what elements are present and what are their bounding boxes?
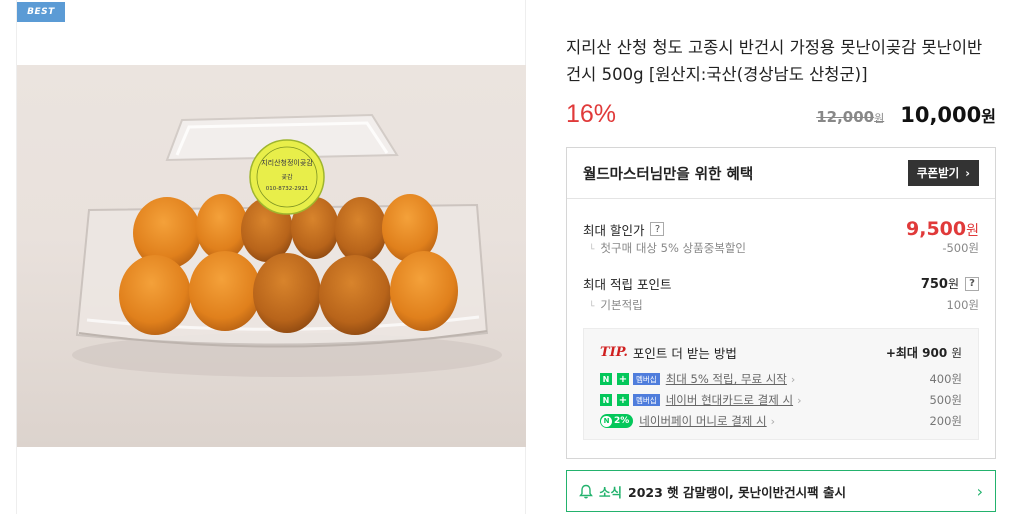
points-tip-box: TIP. 포인트 더 받는 방법 +최대 900 원 N + 멤버십 최대 5% … [583,328,979,440]
chevron-right-icon: › [965,166,970,180]
news-bar[interactable]: 소식 2023 햇 감말랭이, 못난이반건시팩 출시 › [566,470,996,512]
tip-item-amount: 200원 [929,414,962,428]
discount-rate: 16% [566,100,617,128]
basic-points-row: 기본적립 100원 [583,297,979,313]
first-purchase-label: 첫구매 대상 5% 상품중복할인 [583,240,746,256]
coupon-button[interactable]: 쿠폰받기 › [907,160,979,186]
tip-item-amount: 500원 [929,393,962,407]
plus-icon: + [617,394,629,406]
product-title: 지리산 산청 청도 고종시 반건시 가정용 못난이곶감 못난이반건시 500g … [566,38,983,84]
naver-n-icon: N [600,373,612,385]
naverpay-icon: N [601,415,612,427]
persimmon-box-illustration: 지리산청정이곶감 곶감 010-8732-2921 [72,113,502,377]
chevron-right-icon: › [976,481,983,501]
first-purchase-amount: -500원 [942,241,979,255]
benefit-header: 월드마스터님만을 위한 혜택 쿠폰받기 › [567,148,995,199]
tip-item-amount: 400원 [929,372,962,386]
bell-icon [579,484,593,499]
max-discount-price: 9,500원 [906,218,979,240]
help-icon[interactable]: ? [650,222,665,236]
tip-item-naverpay-money[interactable]: N 2% 네이버페이 머니로 결제 시 › 200원 [600,413,962,429]
naver-n-icon: N [600,394,612,406]
max-points-label: 최대 적립 포인트 [583,277,672,292]
best-badge: BEST [17,2,65,22]
sticker-text-phone: 010-8732-2921 [266,186,308,192]
plus-icon: + [617,373,629,385]
sticker-text-name: 지리산청정이곶감 [261,158,313,167]
help-icon[interactable]: ? [965,276,979,291]
tip-item-link[interactable]: 최대 5% 적립, 무료 시작 [666,371,787,387]
chevron-right-icon: › [790,372,796,386]
max-points-value: 750원 ? [921,275,979,292]
news-tag: 소식 [599,484,623,500]
membership-badge: 멤버십 [633,394,660,406]
max-points-row: 최대 적립 포인트 750원 ? [583,274,979,293]
product-photo[interactable]: 지리산청정이곶감 곶감 010-8732-2921 [17,65,526,447]
tip-item-membership[interactable]: N + 멤버십 최대 5% 적립, 무료 시작 › 400원 [600,371,962,387]
max-discount-row: 최대 할인가 ? 9,500원 [583,218,979,240]
benefit-heading: 월드마스터님만을 위한 혜택 [583,166,754,183]
benefit-box: 월드마스터님만을 위한 혜택 쿠폰받기 › 최대 할인가 ? 9,500원 첫구… [566,147,996,459]
original-price: 12,000원 [816,108,885,126]
first-purchase-row: 첫구매 대상 5% 상품중복할인 -500원 [583,240,979,256]
basic-points-amount: 100원 [946,298,979,312]
product-image-panel: BEST 지리산청정이곶감 곶감 010-8732-2921 [16,0,526,514]
news-text: 2023 햇 감말랭이, 못난이반건시팩 출시 [628,484,846,500]
tip-title: 포인트 더 받는 방법 [632,346,737,361]
tip-item-hyundai-card[interactable]: N + 멤버십 네이버 현대카드로 결제 시 › 500원 [600,392,962,408]
tip-item-link[interactable]: 네이버 현대카드로 결제 시 [666,392,793,408]
sale-price: 10,000원 [900,103,996,127]
chevron-right-icon: › [770,414,776,428]
membership-badge: 멤버십 [633,373,660,385]
tip-mark: TIP. [600,345,628,360]
price-row: 12,000원 10,000원 [816,103,996,127]
max-discount-label: 최대 할인가 [583,222,645,238]
tip-item-link[interactable]: 네이버페이 머니로 결제 시 [639,413,766,429]
sticker-text-kind: 곶감 [281,174,293,181]
basic-points-label: 기본적립 [583,297,642,313]
chevron-right-icon: › [797,393,802,407]
tip-max-points: +최대 900 원 [885,346,962,360]
naverpay-badge: N 2% [600,414,634,428]
